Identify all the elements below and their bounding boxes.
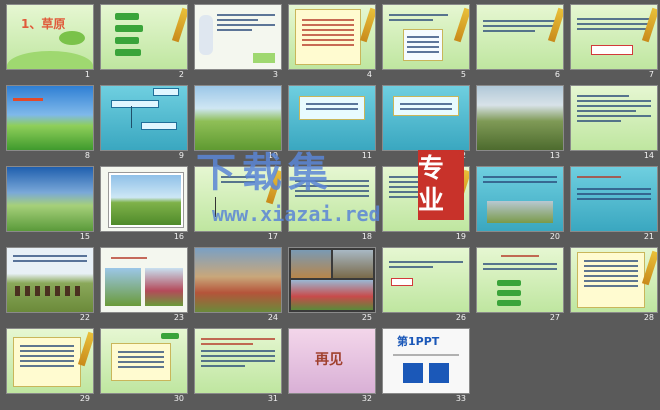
slide-thumbnail-28[interactable]: 28 [570,247,658,328]
watermark-url: www.xiazai.red [212,202,381,226]
slide-thumbnail-26[interactable]: 26 [382,247,470,328]
slide-thumbnail-16[interactable]: 16 [100,166,188,247]
slide-number: 4 [366,70,372,79]
slide-thumbnail-20[interactable]: 20 [476,166,564,247]
slide-thumbnail-13[interactable]: 13 [476,85,564,166]
slide-number: 23 [173,313,184,322]
slide-number: 8 [84,151,90,160]
slide-preview: 再见 [288,328,376,394]
slide-title: 第1PPT [397,335,440,348]
slide-preview [570,166,658,232]
slide-preview [382,85,470,151]
slide-number: 18 [361,232,372,241]
slide-preview [100,4,188,70]
slide-number: 28 [643,313,654,322]
slide-number: 2 [178,70,184,79]
slide-number: 31 [267,394,278,403]
slide-thumbnail-3[interactable]: 3 [194,4,282,85]
slide-preview [382,4,470,70]
slide-thumbnail-5[interactable]: 5 [382,4,470,85]
slide-preview [288,247,376,313]
slide-number: 1 [84,70,90,79]
slide-number: 33 [455,394,466,403]
slide-thumbnail-30[interactable]: 30 [100,328,188,409]
slide-thumbnail-21[interactable]: 21 [570,166,658,247]
slide-preview [100,328,188,394]
slide-number: 30 [173,394,184,403]
slide-thumbnail-6[interactable]: 6 [476,4,564,85]
slide-number: 27 [549,313,560,322]
slide-preview [6,85,94,151]
slide-thumbnail-14[interactable]: 14 [570,85,658,166]
slide-number: 7 [648,70,654,79]
slide-thumbnail-1[interactable]: 1、草原 1 [6,4,94,85]
slide-preview [6,247,94,313]
slide-thumbnail-8[interactable]: 8 [6,85,94,166]
slide-number: 25 [361,313,372,322]
slide-thumbnail-29[interactable]: 29 [6,328,94,409]
watermark-title: 下载集 [196,149,334,196]
slide-preview [100,247,188,313]
slide-number: 16 [173,232,184,241]
slide-title: 1、草原 [21,17,66,31]
slide-preview [100,85,188,151]
slide-thumbnail-31[interactable]: 31 [194,328,282,409]
slide-preview [570,247,658,313]
slide-number: 15 [79,232,90,241]
slide-thumbnail-22[interactable]: 22 [6,247,94,328]
slide-number: 13 [549,151,560,160]
slide-thumbnail-15[interactable]: 15 [6,166,94,247]
slide-preview: 第1PPT [382,328,470,394]
slide-preview [100,166,188,232]
slide-thumbnail-9[interactable]: 9 [100,85,188,166]
slide-preview [194,4,282,70]
seal-text: 专业 [418,154,445,216]
slide-preview [382,247,470,313]
slide-number: 20 [549,232,560,241]
slide-number: 24 [267,313,278,322]
slide-preview [6,166,94,232]
slide-preview [194,328,282,394]
slide-title: 再见 [315,352,343,368]
slide-number: 32 [361,394,372,403]
slide-preview: 1、草原 [6,4,94,70]
slide-number: 26 [455,313,466,322]
slide-number: 6 [554,70,560,79]
slide-preview [476,247,564,313]
slide-preview [570,4,658,70]
slide-thumbnail-33[interactable]: 第1PPT 33 [382,328,470,409]
slide-preview [194,247,282,313]
slide-thumbnail-2[interactable]: 2 [100,4,188,85]
slide-number: 19 [455,232,466,241]
slide-number: 11 [361,151,372,160]
slide-number: 3 [272,70,278,79]
slide-number: 5 [460,70,466,79]
slide-number: 22 [79,313,90,322]
slide-number: 17 [267,232,278,241]
slide-thumbnail-25[interactable]: 25 [288,247,376,328]
slide-preview [476,166,564,232]
slide-number: 14 [643,151,654,160]
slide-preview [6,328,94,394]
slide-preview [570,85,658,151]
slide-number: 9 [178,151,184,160]
slide-number: 21 [643,232,654,241]
slide-thumbnail-4[interactable]: 4 [288,4,376,85]
slide-thumbnail-23[interactable]: 23 [100,247,188,328]
watermark-seal: 专业 [418,150,464,220]
slide-thumbnail-7[interactable]: 7 [570,4,658,85]
slide-thumbnail-32[interactable]: 再见 32 [288,328,376,409]
slide-thumbnail-27[interactable]: 27 [476,247,564,328]
slide-thumbnail-24[interactable]: 24 [194,247,282,328]
slide-preview [476,85,564,151]
slide-preview [476,4,564,70]
slide-number: 29 [79,394,90,403]
slide-preview [288,4,376,70]
